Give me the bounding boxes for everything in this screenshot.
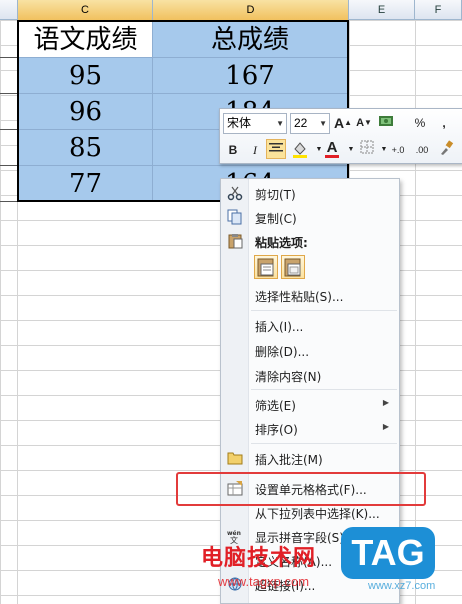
menu-label-insert-comment: 插入批注(M): [255, 453, 323, 467]
mini-toolbar: 宋体 ▼ 22 ▼ A▲ A▼ % , B I ▼ A ▼ ▼ +.0 .00: [219, 108, 462, 164]
menu-label-clear-contents: 清除内容(N): [255, 370, 322, 384]
font-color-button[interactable]: A: [322, 138, 342, 158]
scissors-icon: [227, 186, 243, 201]
currency-icon: [379, 116, 393, 126]
shrink-font-glyph: A: [356, 117, 365, 129]
menu-label-insert: 插入(I)...: [255, 320, 304, 334]
menu-label-filter: 筛选(E): [255, 399, 296, 413]
menu-item-paste-options: 粘贴选项:: [221, 229, 399, 253]
menu-item-insert-comment[interactable]: 插入批注(M): [221, 446, 399, 470]
menu-item-cut[interactable]: 剪切(T): [221, 181, 399, 205]
watermark-site-url: www.xz7.com: [368, 580, 436, 592]
copy-icon: [227, 209, 242, 225]
column-header-e[interactable]: E: [349, 0, 415, 20]
menu-separator: [251, 443, 397, 444]
row-border: [0, 57, 18, 58]
fill-color-button[interactable]: [290, 140, 310, 160]
watermark-brand-text: 电脑技术网: [201, 546, 317, 571]
menu-label-delete: 删除(D)...: [255, 345, 310, 359]
align-center-icon: [269, 143, 283, 152]
clipboard-icon: [228, 234, 243, 249]
chevron-down-icon[interactable]: ▼: [319, 114, 327, 133]
menu-item-sort[interactable]: 排序(O) ▶: [221, 416, 399, 440]
row-border: [0, 201, 18, 202]
column-header-f[interactable]: F: [415, 0, 462, 20]
font-name-combo[interactable]: 宋体 ▼: [223, 113, 287, 134]
menu-label-pick-from-list: 从下拉列表中选择(K)...: [255, 507, 380, 521]
menu-label-paste-special: 选择性粘贴(S)...: [255, 290, 344, 304]
column-header-b-edge[interactable]: [0, 0, 18, 20]
font-color-swatch: [325, 155, 339, 158]
menu-item-clear-contents[interactable]: 清除内容(N): [221, 363, 399, 387]
menu-label-copy: 复制(C): [255, 212, 297, 226]
submenu-arrow-icon: ▶: [382, 422, 389, 431]
menu-separator: [251, 389, 397, 390]
submenu-arrow-icon: ▶: [382, 398, 389, 407]
percent-style-button[interactable]: %: [410, 113, 430, 133]
font-color-glyph: A: [326, 139, 338, 156]
menu-separator: [251, 310, 397, 311]
menu-item-copy[interactable]: 复制(C): [221, 205, 399, 229]
comma-style-button[interactable]: ,: [434, 113, 454, 133]
align-center-button[interactable]: [266, 139, 286, 159]
borders-icon: [360, 140, 374, 154]
paintbrush-icon: [441, 140, 454, 155]
watermark-url: www.tagxp.com: [218, 574, 310, 589]
watermark-tag-logo: TAG: [341, 527, 435, 579]
column-header-d[interactable]: D: [153, 0, 349, 20]
shrink-font-button[interactable]: A▼: [354, 113, 374, 133]
increase-decimal-button[interactable]: +.0: [388, 140, 408, 160]
highlight-annotation: [176, 472, 426, 506]
menu-item-paste-special[interactable]: 选择性粘贴(S)...: [221, 283, 399, 307]
menu-item-insert[interactable]: 插入(I)...: [221, 313, 399, 337]
format-painter-button[interactable]: [436, 140, 456, 160]
font-size-combo[interactable]: 22 ▼: [290, 113, 330, 134]
menu-label-paste-options: 粘贴选项:: [255, 236, 308, 250]
font-name-value: 宋体: [227, 116, 252, 130]
grow-font-glyph: A: [333, 115, 345, 131]
menu-label-cut: 剪切(T): [255, 188, 296, 202]
row-border: [0, 93, 18, 94]
row-border: [0, 129, 18, 130]
accounting-format-button[interactable]: [377, 113, 397, 133]
paste-values-icon: [284, 258, 301, 277]
column-header-c[interactable]: C: [18, 0, 153, 20]
menu-item-delete[interactable]: 删除(D)...: [221, 338, 399, 362]
menu-label-sort: 排序(O): [255, 423, 298, 437]
row-border: [0, 165, 18, 166]
font-size-value: 22: [294, 116, 308, 130]
grow-font-button[interactable]: A▲: [333, 113, 353, 133]
chevron-down-icon[interactable]: ▼: [276, 114, 284, 133]
comment-icon: [227, 452, 243, 465]
paint-bucket-icon: [293, 142, 307, 158]
decrease-decimal-button[interactable]: .00: [412, 140, 432, 160]
paste-option-paste-button[interactable]: [254, 255, 278, 279]
menu-item-filter[interactable]: 筛选(E) ▶: [221, 392, 399, 416]
column-header-row: C D E F: [0, 0, 462, 20]
bold-button[interactable]: B: [223, 140, 243, 160]
paste-icon: [257, 258, 274, 277]
italic-button[interactable]: I: [245, 140, 265, 160]
paste-option-values-button[interactable]: [281, 255, 305, 279]
